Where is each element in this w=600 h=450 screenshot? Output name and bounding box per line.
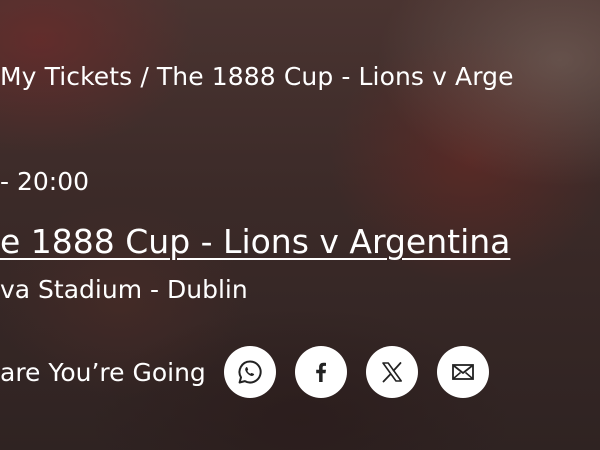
breadcrumb[interactable]: My Tickets / The 1888 Cup - Lions v Arge [0, 62, 514, 91]
ticket-header: My Tickets / The 1888 Cup - Lions v Arge… [0, 0, 600, 450]
share-label: are You’re Going [0, 357, 206, 387]
whatsapp-icon [236, 358, 264, 386]
email-share-button[interactable] [436, 346, 489, 398]
x-twitter-icon [379, 359, 405, 385]
event-title-link[interactable]: e 1888 Cup - Lions v Argentina [0, 222, 510, 261]
x-share-button[interactable] [365, 346, 418, 398]
facebook-share-button[interactable] [294, 346, 347, 398]
share-row: are You’re Going [0, 346, 508, 398]
facebook-icon [308, 359, 334, 385]
email-icon [450, 359, 476, 385]
event-time: - 20:00 [0, 167, 90, 196]
event-venue: va Stadium - Dublin [0, 275, 248, 304]
whatsapp-share-button[interactable] [223, 346, 276, 398]
